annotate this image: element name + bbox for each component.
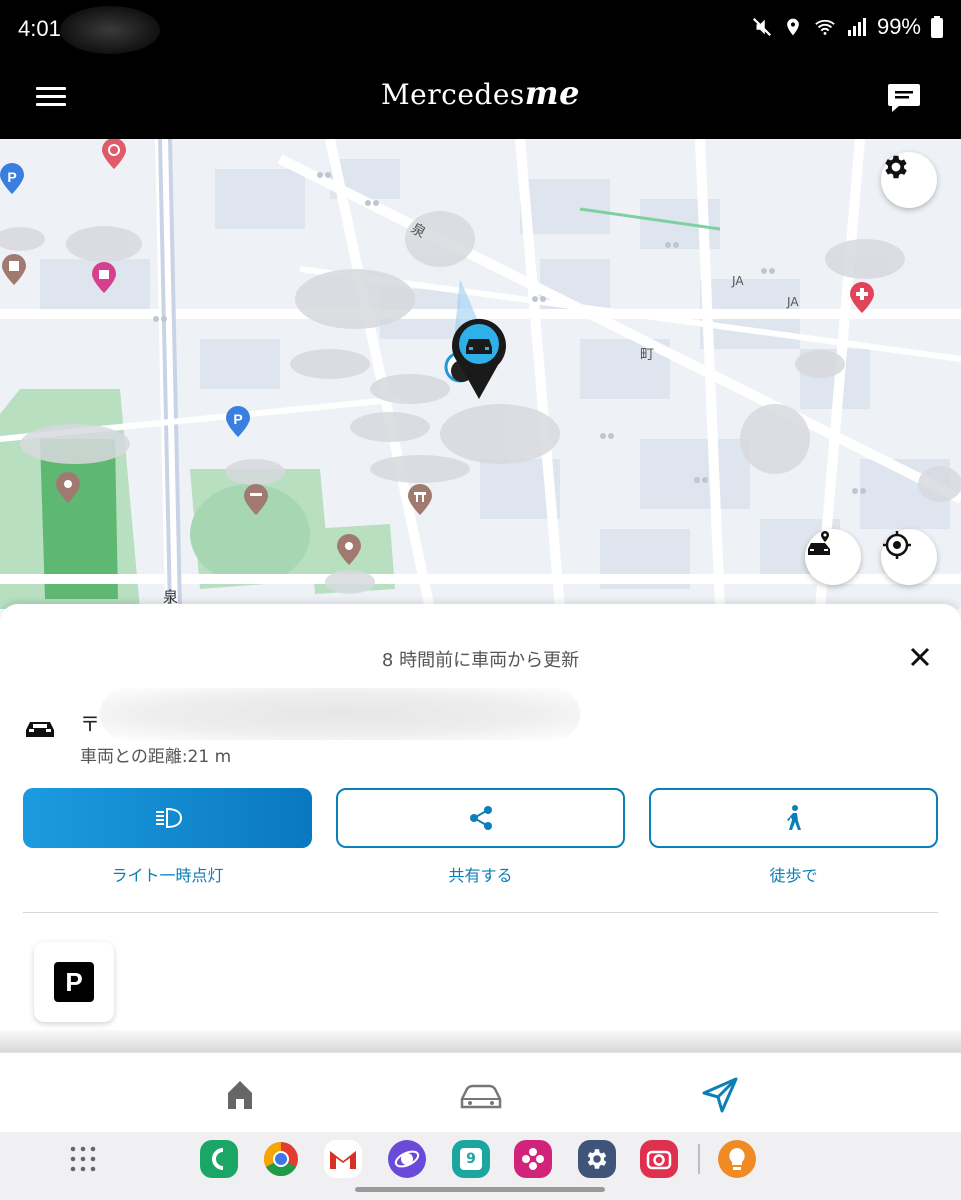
brand-me: me xyxy=(524,74,580,112)
vehicle-marker[interactable] xyxy=(452,318,506,399)
internet-app[interactable] xyxy=(388,1140,426,1178)
gmail-icon xyxy=(330,1151,356,1169)
vehicle-distance: 車両との距離:21 m xyxy=(80,747,232,767)
settings-app-icon xyxy=(587,1149,607,1169)
my-location-icon xyxy=(883,531,911,559)
flash-lights-label: ライト一時点灯 xyxy=(111,866,224,885)
chat-icon[interactable] xyxy=(887,80,921,114)
calendar-day: 9 xyxy=(460,1148,482,1170)
battery-icon xyxy=(931,16,943,38)
close-icon[interactable] xyxy=(909,646,931,668)
brand-main: Mercedes xyxy=(381,78,525,111)
tips-app[interactable] xyxy=(718,1140,756,1178)
phone-icon xyxy=(212,1148,224,1170)
redacted-address xyxy=(100,688,580,740)
dock-separator xyxy=(698,1144,700,1174)
map-settings-button[interactable] xyxy=(881,152,937,208)
chrome-app[interactable] xyxy=(262,1140,300,1178)
library-pin[interactable] xyxy=(2,254,26,285)
vehicle-address: 〒 xyxy=(80,712,100,736)
car-location-button[interactable] xyxy=(805,529,861,585)
signal-icon xyxy=(847,18,866,36)
apps-grid-icon[interactable] xyxy=(70,1146,96,1172)
walk-icon xyxy=(786,805,801,830)
svg-text:P: P xyxy=(7,169,16,185)
parking-pin[interactable]: P xyxy=(0,163,24,194)
parking-button[interactable]: P xyxy=(34,942,114,1022)
share-button[interactable] xyxy=(336,788,625,848)
gmail-app[interactable] xyxy=(324,1140,362,1178)
gallery-icon xyxy=(522,1148,544,1170)
navigate-icon[interactable] xyxy=(700,1075,740,1115)
parking-pin[interactable]: P xyxy=(226,406,250,437)
svg-text:P: P xyxy=(233,411,242,427)
internet-icon xyxy=(394,1150,420,1168)
my-location-button[interactable] xyxy=(881,529,937,585)
share-label: 共有する xyxy=(448,866,513,885)
divider xyxy=(23,912,938,913)
headlight-icon xyxy=(155,807,182,829)
phone-app[interactable] xyxy=(200,1140,238,1178)
sheet-shadow xyxy=(0,1030,961,1052)
walk-label: 徒歩で xyxy=(769,866,818,885)
poi-pin[interactable] xyxy=(102,139,126,169)
chrome-icon xyxy=(264,1142,298,1176)
map-view[interactable]: P P 泉 町 JA JA 泉 xyxy=(0,139,961,609)
map-label: JA xyxy=(786,295,799,309)
calendar-app[interactable]: 9 xyxy=(452,1140,490,1178)
flash-lights-button[interactable] xyxy=(23,788,312,848)
vehicle-info-sheet: 8 時間前に車両から更新 〒 車両との距離:21 m ライト一時点灯 共有する … xyxy=(0,604,961,1052)
wifi-icon xyxy=(815,19,835,35)
home-icon[interactable] xyxy=(220,1075,260,1115)
walk-directions-button[interactable] xyxy=(649,788,938,848)
status-bar: 4:01 99% xyxy=(0,0,961,60)
battery-percent: 99% xyxy=(876,14,921,39)
mute-icon xyxy=(752,17,772,37)
camera-icon xyxy=(646,1150,672,1170)
status-icons: 99% xyxy=(751,14,943,40)
parking-icon: P xyxy=(54,962,94,1002)
location-icon xyxy=(787,18,799,36)
brand-logo: Mercedesme xyxy=(0,74,961,112)
car-location-icon xyxy=(808,531,830,555)
bottom-navigation xyxy=(0,1052,961,1133)
app-header: Mercedesme xyxy=(0,60,961,139)
redacted-area xyxy=(60,6,160,54)
gallery-app[interactable] xyxy=(514,1140,552,1178)
status-time: 4:01 xyxy=(18,16,61,41)
share-icon xyxy=(469,806,492,830)
car-nav-icon[interactable] xyxy=(459,1075,503,1115)
tips-icon xyxy=(729,1148,745,1170)
settings-icon xyxy=(885,155,907,179)
home-indicator[interactable] xyxy=(355,1187,605,1192)
map-label: JA xyxy=(731,274,744,288)
hospital-pin[interactable] xyxy=(850,282,874,313)
update-status-text: 8 時間前に車両から更新 xyxy=(381,650,580,671)
settings-app[interactable] xyxy=(578,1140,616,1178)
camera-app[interactable] xyxy=(640,1140,678,1178)
map-label: 町 xyxy=(640,347,654,363)
car-icon xyxy=(26,722,54,737)
